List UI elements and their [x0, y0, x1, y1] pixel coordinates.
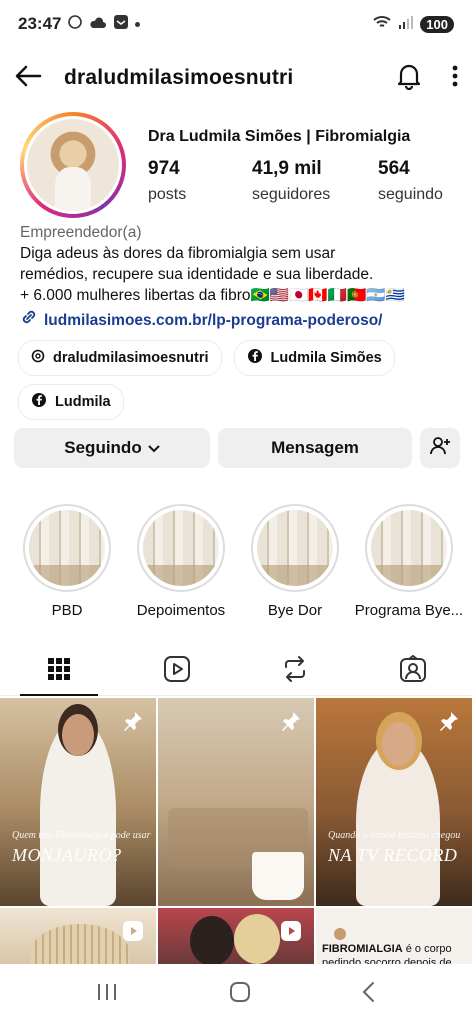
pin-icon — [438, 710, 460, 737]
facebook-icon — [247, 348, 263, 368]
post-caption-small: Quando a minha história chegou — [328, 830, 461, 841]
stat-value: 564 — [378, 158, 410, 179]
system-nav-bar — [0, 964, 472, 1024]
profile-name: Dra Ludmila Simões | Fibromialgia — [148, 128, 411, 145]
cloud-icon — [89, 14, 107, 34]
link-icon — [20, 308, 38, 332]
back-icon[interactable] — [361, 981, 377, 1008]
profile-header: draludmilasimoesnutri — [0, 56, 472, 100]
post-tile[interactable] — [158, 908, 314, 964]
status-bar: 23:47 100 — [0, 0, 472, 48]
message-label: Mensagem — [271, 438, 359, 457]
stat-value: 974 — [148, 158, 180, 179]
profile-category: Empreendedor(a) — [20, 224, 142, 241]
following-button[interactable]: Seguindo — [14, 428, 210, 468]
bio-link[interactable]: ludmilasimoes.com.br/lp-programa-poderos… — [20, 308, 460, 332]
bio-line: Diga adeus às dores da fibromialgia sem … — [20, 245, 336, 262]
profile-tabs — [0, 648, 472, 696]
chevron-down-icon — [148, 438, 160, 458]
bio-line: + 6.000 mulheres libertas da fibro🇧🇷🇺🇸🇯🇵… — [20, 287, 405, 304]
stat-following[interactable]: 564 seguindo — [378, 158, 472, 204]
post-tile[interactable]: Quando a minha história chegou NA TV REC… — [316, 698, 472, 906]
grid-icon — [47, 657, 71, 686]
username-title: draludmilasimoesnutri — [64, 66, 294, 89]
chip-threads[interactable]: draludmilasimoesnutri — [18, 340, 222, 376]
post-tile[interactable] — [0, 908, 156, 964]
chip-facebook-page[interactable]: Ludmila Simões — [233, 340, 395, 376]
reel-badge-icon — [122, 920, 144, 947]
post-tile[interactable]: Quem tem Fibromialgia pode usar MONJAURO… — [0, 698, 156, 906]
highlight-cover — [371, 510, 447, 586]
pin-icon — [280, 710, 302, 737]
message-button[interactable]: Mensagem — [218, 428, 412, 468]
highlight-cover — [257, 510, 333, 586]
tab-tagged[interactable] — [354, 648, 472, 695]
bell-icon[interactable] — [396, 62, 422, 95]
posts-grid: Quem tem Fibromialgia pode usar MONJAURO… — [0, 698, 472, 964]
post-text-preview: FIBROMIALGIA é o corpo pedindo socorro d… — [322, 942, 472, 964]
highlight-item[interactable]: Bye Dor — [238, 504, 352, 619]
avatar[interactable] — [20, 112, 126, 218]
whatsapp-icon — [67, 14, 83, 35]
suggested-users-button[interactable] — [420, 428, 460, 468]
profile-stats: 974 posts 41,9 mil seguidores 564 seguin… — [148, 158, 472, 204]
bio-link-text[interactable]: ludmilasimoes.com.br/lp-programa-poderos… — [44, 310, 382, 331]
highlight-cover — [143, 510, 219, 586]
social-links: draludmilasimoesnutri Ludmila Simões Lud… — [18, 340, 458, 420]
facebook-icon — [31, 392, 47, 412]
highlight-label: Bye Dor — [267, 602, 323, 619]
reel-badge-icon — [280, 920, 302, 947]
back-arrow-icon[interactable] — [14, 64, 42, 93]
clock: 23:47 — [18, 14, 62, 33]
stat-followers[interactable]: 41,9 mil seguidores — [252, 158, 378, 204]
chip-label: Ludmila — [55, 394, 111, 410]
avatar-photo — [27, 119, 119, 211]
tab-posts[interactable] — [0, 648, 118, 696]
pin-icon — [122, 710, 144, 737]
tagged-person-icon — [399, 654, 427, 688]
more-options-icon[interactable] — [452, 65, 458, 92]
chip-label: draludmilasimoesnutri — [53, 350, 209, 366]
post-caption-small: Quem tem Fibromialgia pode usar — [12, 830, 151, 841]
stat-label: seguindo — [378, 186, 443, 203]
highlight-label: Programa Bye... — [354, 602, 464, 619]
signal-icon — [398, 14, 414, 34]
highlight-item[interactable]: Depoimentos — [124, 504, 238, 619]
threads-icon — [31, 349, 45, 367]
post-tile[interactable]: FIBROMIALGIA é o corpo pedindo socorro d… — [316, 908, 472, 964]
highlight-label: Depoimentos — [136, 602, 226, 619]
reels-icon — [163, 655, 191, 688]
post-caption-big: MONJAURO? — [12, 845, 122, 865]
following-label: Seguindo — [64, 438, 142, 457]
post-tile[interactable] — [158, 698, 314, 906]
notification-icon — [113, 14, 129, 35]
repost-icon — [282, 655, 308, 688]
add-user-icon — [429, 436, 451, 461]
battery-indicator: 100 — [420, 15, 454, 33]
stat-label: seguidores — [252, 186, 331, 203]
profile-bio: Empreendedor(a) Diga adeus às dores da f… — [20, 222, 460, 332]
post-text-title: FIBROMIALGIA — [322, 943, 403, 955]
bio-line: remédios, recupere sua identidade e sua … — [20, 266, 374, 283]
tab-reposts[interactable] — [236, 648, 354, 695]
post-caption: Quando a minha história chegou NA TV REC… — [328, 830, 460, 866]
highlight-cover — [29, 510, 105, 586]
post-caption: Quem tem Fibromialgia pode usar MONJAURO… — [12, 830, 151, 866]
wifi-icon — [372, 14, 392, 35]
stat-label: posts — [148, 186, 187, 203]
highlight-label: PBD — [51, 602, 83, 619]
recent-apps-icon[interactable] — [95, 982, 119, 1007]
stat-posts[interactable]: 974 posts — [148, 158, 252, 204]
post-caption-big: NA TV RECORD — [328, 845, 458, 865]
stat-value: 41,9 mil — [252, 158, 322, 179]
home-icon[interactable] — [229, 981, 251, 1008]
story-highlights: PBD Depoimentos Bye Dor Programa Bye... — [10, 504, 472, 619]
highlight-item[interactable]: PBD — [10, 504, 124, 619]
more-notifications-icon — [135, 21, 141, 27]
profile-actions: Seguindo Mensagem — [14, 428, 460, 468]
highlight-item[interactable]: Programa Bye... — [352, 504, 466, 619]
chip-label: Ludmila Simões — [270, 350, 382, 366]
chip-facebook-profile[interactable]: Ludmila — [18, 384, 124, 420]
tab-reels[interactable] — [118, 648, 236, 695]
